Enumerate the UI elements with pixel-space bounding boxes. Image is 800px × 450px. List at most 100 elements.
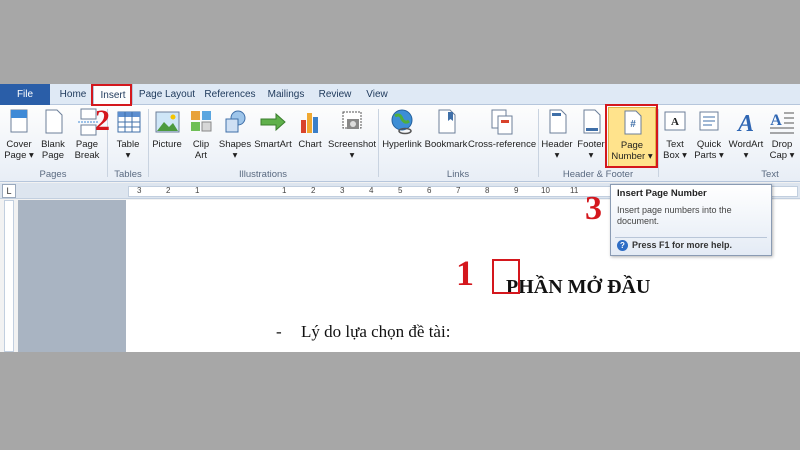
page-break-label-1: Page — [75, 139, 99, 150]
clip-art-label-1: Clip — [192, 139, 210, 150]
footer-button[interactable]: Footer ▾ — [574, 107, 608, 169]
tab-file[interactable]: File — [0, 84, 50, 105]
screenshot-frame: File Home Insert Page Layout References … — [0, 0, 800, 450]
tab-view[interactable]: View — [360, 84, 394, 105]
blank-page-label-2: Page — [41, 150, 65, 161]
tab-page-layout[interactable]: Page Layout — [136, 84, 198, 105]
table-label-1: Table — [116, 139, 140, 150]
tab-selector[interactable]: L — [2, 184, 16, 198]
screenshot-button[interactable]: Screenshot ▾ — [328, 107, 376, 169]
wordart-icon: A — [731, 107, 761, 139]
vertical-ruler[interactable] — [4, 200, 14, 352]
wordart-label-1: WordArt — [728, 139, 764, 150]
cross-reference-label: Cross-reference — [468, 139, 537, 150]
header-label-2: ▾ — [554, 150, 560, 161]
text-box-icon: A — [660, 107, 690, 139]
page-number-tooltip: Insert Page Number Insert page numbers i… — [610, 184, 772, 256]
bookmark-button[interactable]: Bookmark — [424, 107, 468, 169]
step-3-label: 3 — [585, 190, 602, 227]
word-window: File Home Insert Page Layout References … — [0, 84, 800, 352]
ruler-number: 9 — [514, 186, 519, 195]
ruler-number: 1 — [195, 186, 200, 195]
blank-page-icon — [38, 107, 68, 139]
tab-references[interactable]: References — [202, 84, 258, 105]
ruler-number: 6 — [427, 186, 432, 195]
clip-art-icon — [186, 107, 216, 139]
tab-review[interactable]: Review — [314, 84, 356, 105]
bookmark-label: Bookmark — [424, 139, 468, 150]
shapes-button[interactable]: Shapes ▾ — [218, 107, 252, 169]
quick-parts-label-1: Quick — [696, 139, 722, 150]
header-footer-group-label: Header & Footer — [562, 169, 634, 180]
picture-button[interactable]: Picture — [150, 107, 184, 169]
tooltip-description: Insert page numbers into the document. — [617, 205, 732, 226]
cover-page-icon — [4, 107, 34, 139]
insert-tab-highlight — [91, 84, 132, 106]
footer-label-1: Footer — [577, 139, 605, 150]
clip-art-button[interactable]: Clip Art — [186, 107, 216, 169]
clip-art-label-2: Art — [194, 150, 208, 161]
ruler-number: 2 — [311, 186, 316, 195]
svg-text:A: A — [736, 111, 754, 137]
picture-label: Picture — [152, 139, 182, 150]
links-group-label: Links — [446, 169, 470, 180]
bookmark-icon — [431, 107, 461, 139]
quick-parts-button[interactable]: Quick Parts ▾ — [692, 107, 726, 169]
globe-link-icon — [387, 107, 417, 139]
step-1-label: 1 — [456, 253, 474, 293]
hyperlink-button[interactable]: Hyperlink — [380, 107, 424, 169]
drop-cap-label-1: Drop — [771, 139, 793, 150]
smartart-icon — [258, 107, 288, 139]
separator — [148, 109, 149, 177]
drop-cap-label-2: Cap ▾ — [769, 150, 795, 161]
blank-page-button[interactable]: Blank Page — [37, 107, 69, 169]
chart-label: Chart — [298, 139, 322, 150]
cross-reference-icon — [487, 107, 517, 139]
smartart-label: SmartArt — [254, 139, 292, 150]
cross-reference-button[interactable]: Cross-reference — [468, 107, 536, 169]
drop-cap-button[interactable]: A Drop Cap ▾ — [766, 107, 798, 169]
quick-parts-label-2: Parts ▾ — [694, 150, 724, 161]
tab-home[interactable]: Home — [54, 84, 92, 105]
smartart-button[interactable]: SmartArt — [254, 107, 292, 169]
bullet-text[interactable]: Lý do lựa chọn đề tài: — [301, 322, 450, 342]
ruler-number: 11 — [570, 186, 579, 195]
shapes-icon — [220, 107, 250, 139]
separator — [538, 109, 539, 177]
ruler-number: 1 — [282, 186, 287, 195]
ruler-number: 7 — [456, 186, 461, 195]
document-heading[interactable]: PHẦN MỞ ĐẦU — [506, 276, 650, 299]
blank-page-label-1: Blank — [41, 139, 65, 150]
chart-button[interactable]: Chart — [294, 107, 326, 169]
shapes-label-2: ▾ — [232, 150, 238, 161]
ruler-number: 2 — [166, 186, 171, 195]
tooltip-title: Insert Page Number — [617, 188, 707, 199]
footer-icon — [576, 107, 606, 139]
svg-text:A: A — [770, 112, 782, 129]
svg-text:A: A — [671, 116, 679, 128]
bullet-marker: - — [276, 322, 282, 341]
wordart-button[interactable]: A WordArt ▾ — [726, 107, 766, 169]
step-2-label: 2 — [95, 104, 110, 137]
table-icon — [113, 107, 143, 139]
help-icon: ? — [617, 240, 628, 252]
table-button[interactable]: Table ▾ — [110, 107, 146, 169]
ruler-number: 3 — [137, 186, 142, 195]
cursor-position-highlight — [492, 259, 520, 294]
cover-page-button[interactable]: Cover Page ▾ — [3, 107, 35, 169]
page-number-highlight — [605, 104, 658, 168]
cover-page-label-1: Cover — [6, 139, 32, 150]
text-box-button[interactable]: A Text Box ▾ — [658, 107, 692, 169]
header-button[interactable]: Header ▾ — [540, 107, 574, 169]
tooltip-help: ? Press F1 for more help. — [617, 240, 732, 252]
screenshot-label-2: ▾ — [349, 150, 355, 161]
cover-page-label-2: Page ▾ — [4, 150, 34, 161]
tab-mailings[interactable]: Mailings — [262, 84, 310, 105]
picture-icon — [152, 107, 182, 139]
drop-cap-icon: A — [767, 107, 797, 139]
quick-parts-icon — [694, 107, 724, 139]
tooltip-divider — [615, 237, 767, 238]
header-label-1: Header — [541, 139, 573, 150]
wordart-label-2: ▾ — [743, 150, 749, 161]
header-icon — [542, 107, 572, 139]
